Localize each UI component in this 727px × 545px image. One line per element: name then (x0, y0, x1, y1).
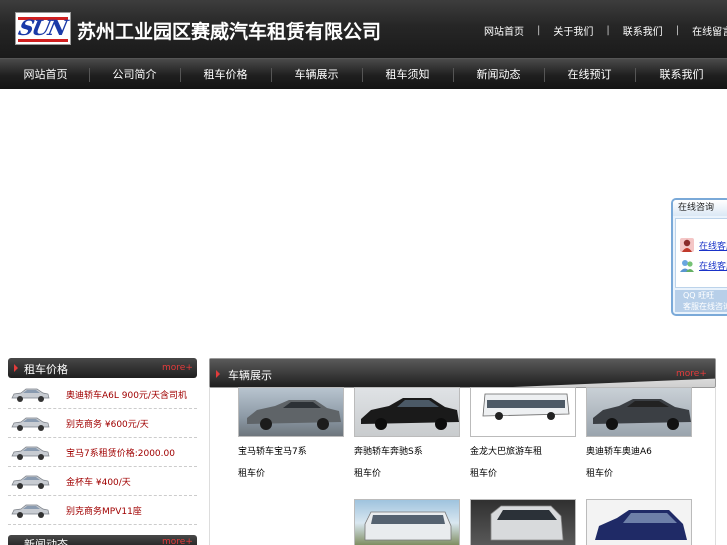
avatar-icon (680, 238, 694, 252)
car-icon (11, 388, 50, 402)
users-icon (680, 260, 694, 272)
vehicle-panel-title: 车辆展示 (228, 369, 272, 382)
news-panel-title: 新闻动态 (24, 538, 68, 545)
car-photo (361, 398, 459, 430)
price-more-link[interactable]: more+ (162, 363, 193, 373)
price-panel-title: 租车价格 (24, 363, 68, 376)
top-link-about[interactable]: 关于我们 (553, 23, 593, 38)
consult-row: 在线客服 (680, 257, 727, 273)
vehicle-more-link[interactable]: more+ (676, 369, 707, 379)
price-item-text[interactable]: 奥迪轿车A6L 900元/天含司机 (66, 388, 187, 401)
car-photo (593, 399, 691, 430)
top-link-message[interactable]: 在线留言 (692, 23, 727, 38)
site-header: SUN 苏州工业园区赛威汽车租赁有限公司 网站首页 | 关于我们 | 联系我们 … (0, 0, 727, 58)
price-item-text[interactable]: 金杯车 ¥400/天 (66, 475, 131, 488)
car-photo (247, 400, 341, 430)
nav-item-about[interactable]: 公司简介 (89, 59, 180, 90)
vehicle-thumbnail[interactable] (470, 499, 576, 545)
consult-service-link[interactable]: 在线客服 (699, 259, 727, 272)
bus-photo (482, 393, 570, 420)
separator: | (606, 24, 610, 36)
arrow-icon (14, 364, 18, 372)
list-item[interactable]: 别克商务MPV11座 (8, 496, 197, 525)
car-icon (11, 475, 50, 489)
vehicle-caption[interactable]: 金龙大巴旅游车租 (470, 444, 542, 457)
list-item[interactable]: 金杯车 ¥400/天 (8, 467, 197, 496)
consult-footer-line: 客服在线咨询 (683, 302, 727, 311)
nav-item-contact[interactable]: 联系我们 (636, 59, 727, 90)
consult-title: 在线咨询 (673, 200, 727, 216)
vehicle-price-label: 租车价 (238, 469, 266, 479)
main-nav: 网站首页 公司简介 租车价格 车辆展示 租车须知 新闻动态 在线预订 联系我们 (0, 58, 727, 89)
mpv-photo (595, 510, 687, 540)
vehicle-thumbnail[interactable] (354, 499, 460, 545)
price-item-text[interactable]: 别克商务 ¥600元/天 (66, 417, 149, 430)
vehicle-caption[interactable]: 奥迪轿车奥迪A6 (586, 444, 652, 457)
logo-text: SUN (16, 15, 69, 40)
nav-item-notice[interactable]: 租车须知 (362, 59, 453, 90)
vehicle-panel-header: 车辆展示 more+ (209, 358, 716, 388)
vehicle-price-label: 租车价 (470, 469, 498, 479)
price-item-text[interactable]: 别克商务MPV11座 (66, 504, 142, 517)
nav-item-home[interactable]: 网站首页 (0, 59, 91, 90)
separator: | (675, 24, 680, 36)
vehicle-thumbnail[interactable] (470, 387, 576, 437)
consult-service-link[interactable]: 在线客服 (699, 239, 727, 252)
vehicle-thumbnail[interactable] (354, 387, 460, 437)
header-band (210, 359, 715, 387)
news-more-link[interactable]: more+ (162, 537, 193, 545)
list-item[interactable]: 奥迪轿车A6L 900元/天含司机 (8, 380, 197, 409)
nav-item-prices[interactable]: 租车价格 (180, 59, 271, 90)
consult-footer-line: QQ 旺旺 (683, 291, 715, 300)
vehicle-thumbnail[interactable] (586, 499, 692, 545)
top-link-home[interactable]: 网站首页 (484, 23, 524, 38)
arrow-icon (216, 370, 220, 378)
car-icon (11, 417, 50, 431)
vehicle-thumbnail[interactable] (238, 387, 344, 437)
top-links: 网站首页 | 关于我们 | 联系我们 | 在线留言 (484, 23, 727, 38)
vehicle-price-label: 租车价 (354, 469, 382, 479)
vehicle-thumbnail[interactable] (586, 387, 692, 437)
list-item[interactable]: 宝马7系租赁价格:2000.00 (8, 438, 197, 467)
vehicle-gallery: 宝马轿车宝马7系 奔驰轿车奔驰S系 金龙大巴旅游车租 奥迪轿车奥迪A6 租车价 … (209, 387, 716, 545)
list-item[interactable]: 别克商务 ¥600元/天 (8, 409, 197, 438)
online-consult-widget: 在线咨询 在线客服 在线客服 QQ 旺旺 客服在线咨询 (671, 198, 727, 316)
price-panel-header: 租车价格 more+ (8, 358, 197, 378)
vehicle-caption[interactable]: 奔驰轿车奔驰S系 (354, 444, 423, 457)
consult-footer: QQ 旺旺 客服在线咨询 (675, 290, 727, 312)
vehicle-caption[interactable]: 宝马轿车宝马7系 (238, 444, 307, 457)
consult-row: 在线客服 (680, 237, 727, 253)
car-icon (11, 446, 50, 460)
consult-body: 在线客服 在线客服 (675, 218, 727, 288)
company-logo[interactable]: SUN (15, 12, 71, 45)
van-photo (490, 505, 564, 541)
price-item-text[interactable]: 宝马7系租赁价格:2000.00 (66, 446, 175, 459)
nav-item-news[interactable]: 新闻动态 (453, 59, 544, 90)
top-link-contact[interactable]: 联系我们 (623, 23, 663, 38)
car-icon (11, 504, 50, 518)
company-name: 苏州工业园区赛威汽车租赁有限公司 (77, 21, 382, 43)
separator: | (537, 24, 541, 36)
vehicle-price-label: 租车价 (586, 469, 614, 479)
nav-item-booking[interactable]: 在线预订 (544, 59, 635, 90)
news-panel-header: 新闻动态 more+ (8, 535, 197, 545)
nav-item-vehicles[interactable]: 车辆展示 (271, 59, 362, 90)
minibus-photo (364, 511, 452, 541)
logo-stripe-bottom (18, 39, 68, 42)
